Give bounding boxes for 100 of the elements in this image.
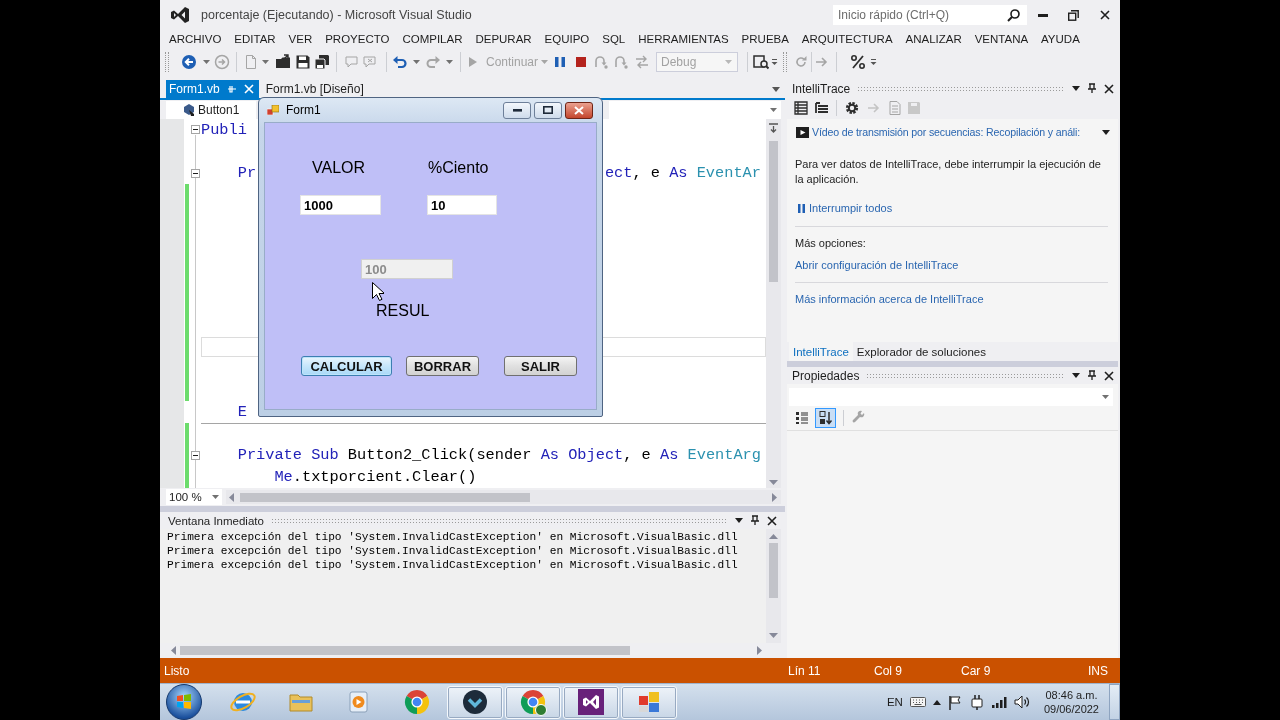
close-icon[interactable]: [1104, 370, 1114, 381]
search-icon[interactable]: [1007, 8, 1020, 22]
flag-icon[interactable]: [947, 694, 962, 710]
back-icon[interactable]: [181, 53, 197, 70]
panel-tab[interactable]: IntelliTrace: [789, 342, 853, 361]
menu-item[interactable]: EQUIPO: [544, 32, 590, 45]
menu-item[interactable]: EDITAR: [234, 32, 276, 45]
caret-up-icon[interactable]: [932, 699, 941, 705]
close-icon[interactable]: [767, 515, 777, 526]
quick-launch-field[interactable]: Inicio rápido (Ctrl+Q): [833, 5, 1027, 25]
taskbar-button[interactable]: [447, 685, 503, 719]
menu-item[interactable]: ARCHIVO: [169, 32, 222, 45]
sort-button[interactable]: [815, 408, 836, 428]
field-label: VALOR: [312, 159, 367, 177]
output-line: Primera excepción del tipo 'System.InvalidCastException' en Microsoft.VisualBasic.dll: [167, 544, 738, 558]
pin-icon[interactable]: [750, 515, 760, 526]
output-line: Primera excepción del tipo 'System.InvalidCastException' en Microsoft.VisualBasic.dll: [167, 530, 738, 544]
arrow-left-icon[interactable]: [171, 646, 176, 655]
arrow-right-icon[interactable]: [772, 492, 777, 502]
settings-icon[interactable]: [844, 100, 860, 116]
window-title: porcentaje (Ejecutando) - Microsoft Visual Studio: [201, 8, 472, 22]
folder-arrow-icon[interactable]: [275, 53, 291, 70]
caret-icon[interactable]: [1102, 129, 1110, 135]
zoom-dropdown[interactable]: 100 %: [166, 489, 222, 505]
percent-icon[interactable]: [850, 53, 866, 70]
character-indicator: Car 9: [961, 663, 991, 678]
vertical-scrollbar[interactable]: [766, 529, 781, 643]
menu-item[interactable]: VER: [288, 32, 313, 45]
start-orb-icon[interactable]: [166, 684, 202, 720]
scrollbar-thumb[interactable]: [180, 646, 630, 655]
overflow-icon[interactable]: [771, 58, 778, 65]
break-all-link[interactable]: Interrumpir todos: [798, 202, 893, 214]
scrollbar-thumb[interactable]: [769, 543, 778, 598]
form-button[interactable]: BORRAR: [406, 356, 479, 376]
caret-icon[interactable]: [772, 86, 780, 92]
document-tab[interactable]: Form1.vb [Diseño]: [262, 80, 369, 98]
close-button[interactable]: [565, 101, 593, 119]
caret-icon[interactable]: [735, 518, 743, 523]
scrollbar-thumb[interactable]: [240, 492, 530, 502]
menu-item[interactable]: PROYECTO: [325, 32, 390, 45]
pause-icon: [798, 203, 805, 213]
save-icon[interactable]: [295, 53, 311, 70]
clock-date: 09/06/2022: [1043, 702, 1099, 716]
overflow-icon[interactable]: [870, 58, 877, 65]
output-line: Primera excepción del tipo 'System.InvalidCastException' en Microsoft.VisualBasic.dll: [167, 558, 738, 572]
maximize-icon: [543, 106, 553, 114]
collapse-icon[interactable]: [191, 450, 200, 460]
menu-item[interactable]: SQL: [602, 32, 626, 45]
alphabetical-icon: [817, 410, 834, 426]
video-link[interactable]: Vídeo de transmisión por secuencias: Recopilación y análi:: [812, 126, 1081, 138]
menu-item[interactable]: VENTANA: [974, 32, 1029, 45]
code-line: Me.txtporcient.Clear(): [274, 467, 477, 486]
undo-icon[interactable]: [392, 53, 408, 70]
class-dropdown[interactable]: Button1: [166, 100, 256, 119]
signal-icon[interactable]: [991, 696, 1007, 708]
caret-icon[interactable]: [1072, 373, 1080, 378]
component-icon: [182, 103, 195, 116]
caret-icon: [212, 495, 219, 499]
collapse-icon[interactable]: [191, 168, 200, 178]
chevron-circle-icon: [461, 688, 489, 716]
maximize-button[interactable]: [534, 101, 562, 119]
input-field[interactable]: 10: [427, 195, 497, 215]
form-button[interactable]: SALIR: [504, 356, 577, 376]
taskbar-button[interactable]: [563, 685, 619, 719]
input-field[interactable]: 1000: [300, 195, 381, 215]
save-all-icon[interactable]: [314, 53, 330, 70]
arrow-left-icon[interactable]: [229, 492, 234, 502]
caret-icon[interactable]: [1072, 86, 1080, 91]
menu-item[interactable]: AYUDA: [1041, 32, 1080, 45]
minimize-button[interactable]: [503, 101, 531, 119]
scrollbar-thumb[interactable]: [769, 141, 778, 282]
speaker-icon[interactable]: [1013, 695, 1030, 709]
menu-item[interactable]: PRUEBA: [741, 32, 789, 45]
close-icon[interactable]: [1104, 83, 1114, 94]
pin-icon[interactable]: [1087, 370, 1097, 381]
splitter-icon[interactable]: [768, 123, 779, 133]
arrow-down-icon[interactable]: [769, 633, 778, 638]
settings-link[interactable]: Abrir configuración de IntelliTrace: [795, 258, 959, 271]
pin-icon[interactable]: [1087, 83, 1097, 94]
power-plug-icon[interactable]: [968, 694, 985, 710]
language-indicator[interactable]: EN: [886, 696, 903, 708]
menu-item[interactable]: ARQUITECTURA: [801, 32, 893, 45]
code-line: Publi: [201, 120, 247, 139]
menu-item[interactable]: COMPILAR: [402, 32, 463, 45]
arrow-up-icon[interactable]: [769, 534, 778, 539]
form-button[interactable]: CALCULAR: [301, 356, 392, 376]
window-search-icon[interactable]: [753, 53, 769, 70]
collapse-icon[interactable]: [191, 125, 200, 135]
keyboard-icon[interactable]: [909, 696, 926, 708]
list-icon[interactable]: [793, 100, 809, 116]
vertical-scrollbar[interactable]: [766, 119, 781, 488]
arrow-down-icon[interactable]: [769, 480, 778, 485]
settings-link[interactable]: Más información acerca de IntelliTrace: [795, 292, 984, 305]
indented-list-icon[interactable]: [814, 100, 830, 116]
menu-item[interactable]: ANALIZAR: [905, 32, 962, 45]
arrow-right-icon[interactable]: [757, 646, 762, 655]
horizontal-scrollbar[interactable]: [226, 490, 781, 504]
menu-item[interactable]: HERRAMIENTAS: [638, 32, 729, 45]
menu-item[interactable]: DEPURAR: [475, 32, 532, 45]
panel-tab[interactable]: Explorador de soluciones: [852, 342, 990, 361]
